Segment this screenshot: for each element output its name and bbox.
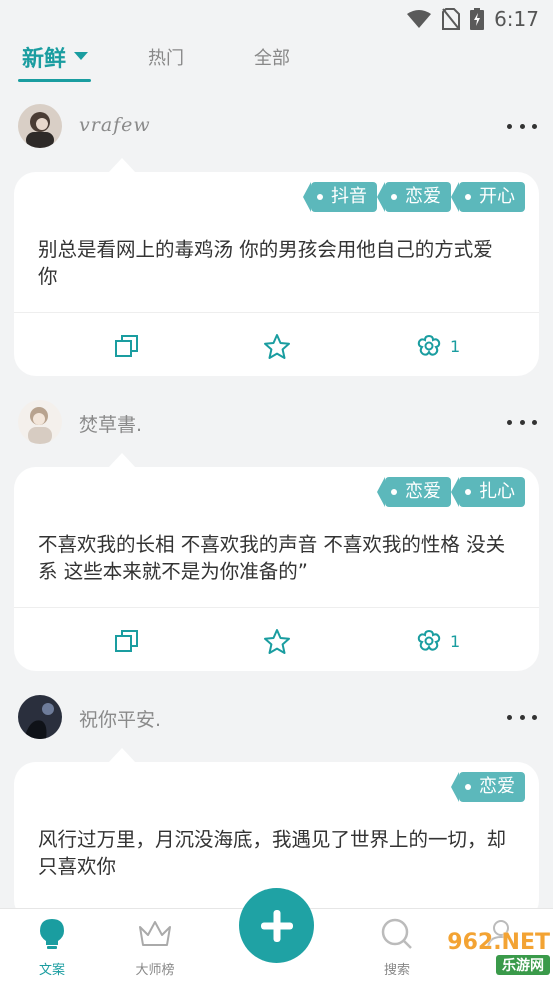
flower-icon (417, 334, 441, 356)
more-options-button[interactable] (507, 414, 537, 430)
nav-label: 大师榜 (135, 963, 175, 978)
tag[interactable]: 扎心 (451, 477, 525, 507)
star-icon (264, 334, 290, 359)
tag-list: 抖音 恋爱 开心 (303, 182, 525, 212)
tab-xinxian[interactable]: 新鲜 (22, 41, 89, 73)
watermark-bottom: 乐游网 (496, 955, 550, 975)
tag[interactable]: 恋爱 (451, 772, 525, 802)
more-options-button[interactable] (507, 709, 537, 725)
post-actions: 1 (14, 313, 539, 377)
tab-label: 新鲜 (22, 47, 67, 72)
username[interactable]: vrafew (79, 114, 151, 136)
post-actions: 1 (14, 608, 539, 672)
tab-underline (18, 79, 91, 82)
card-pointer (108, 748, 136, 763)
favorite-button[interactable] (263, 333, 291, 361)
tab-remen[interactable]: 热门 (148, 44, 184, 70)
post-card[interactable]: 恋爱 扎心 不喜欢我的长相 不喜欢我的声音 不喜欢我的性格 没关系 这些本来就不… (14, 453, 539, 672)
tag-list: 恋爱 扎心 (377, 477, 525, 507)
no-sim-icon (442, 8, 461, 30)
post-text: 风行过万里，月沉没海底，我遇见了世界上的一切，却只喜欢你 (38, 828, 507, 878)
username[interactable]: 焚草書. (79, 410, 142, 437)
status-bar: 6:17 (0, 0, 553, 38)
copy-icon (115, 630, 138, 652)
post-text: 别总是看网上的毒鸡汤 你的男孩会用他自己的方式爱你 (38, 238, 493, 288)
search-icon (381, 918, 412, 949)
plus-icon (260, 909, 293, 942)
avatar[interactable] (18, 104, 62, 148)
like-count: 1 (450, 631, 461, 651)
star-icon (264, 629, 290, 654)
tag[interactable]: 恋爱 (377, 182, 451, 212)
nav-item-wenan[interactable]: 文案 (17, 917, 87, 978)
avatar[interactable] (18, 400, 62, 444)
lightbulb-icon (40, 919, 64, 949)
copy-button[interactable] (114, 628, 140, 654)
top-tabs: 新鲜 热门 全部 (0, 38, 553, 90)
more-options-button[interactable] (507, 118, 537, 134)
copy-button[interactable] (114, 333, 140, 359)
username[interactable]: 祝你平安. (79, 705, 161, 732)
tab-label: 全部 (254, 48, 290, 69)
like-button[interactable]: 1 (416, 628, 460, 654)
clock: 6:17 (494, 7, 539, 31)
tag[interactable]: 抖音 (303, 182, 377, 212)
tag-list: 恋爱 (451, 772, 525, 802)
avatar[interactable] (18, 695, 62, 739)
nav-item-dashibang[interactable]: 大师榜 (120, 917, 190, 978)
copy-icon (115, 335, 138, 357)
like-button[interactable]: 1 (416, 333, 460, 359)
card-pointer (108, 453, 136, 468)
tag[interactable]: 恋爱 (377, 477, 451, 507)
card-pointer (108, 158, 136, 173)
post-text: 不喜欢我的长相 不喜欢我的声音 不喜欢我的性格 没关系 这些本来就不是为你准备的… (38, 533, 506, 583)
favorite-button[interactable] (263, 628, 291, 656)
battery-icon (470, 8, 485, 30)
crown-icon (139, 921, 171, 946)
post-header: vrafew (0, 104, 553, 154)
tab-label: 热门 (148, 48, 184, 69)
post-card[interactable]: 抖音 恋爱 开心 别总是看网上的毒鸡汤 你的男孩会用他自己的方式爱你 1 (14, 158, 539, 377)
post-header: 焚草書. (0, 400, 553, 450)
add-post-button[interactable] (239, 888, 314, 963)
nav-label: 文案 (38, 963, 65, 978)
flower-icon (417, 629, 441, 651)
watermark-top: 962.NET (447, 930, 550, 955)
wifi-icon (407, 10, 432, 28)
tag[interactable]: 开心 (451, 182, 525, 212)
chevron-down-icon[interactable] (74, 52, 89, 60)
watermark-logo: 962.NET 乐游网 (415, 930, 550, 980)
like-count: 1 (450, 336, 461, 356)
tab-quanbu[interactable]: 全部 (254, 44, 290, 70)
post-header: 祝你平安. (0, 695, 553, 745)
